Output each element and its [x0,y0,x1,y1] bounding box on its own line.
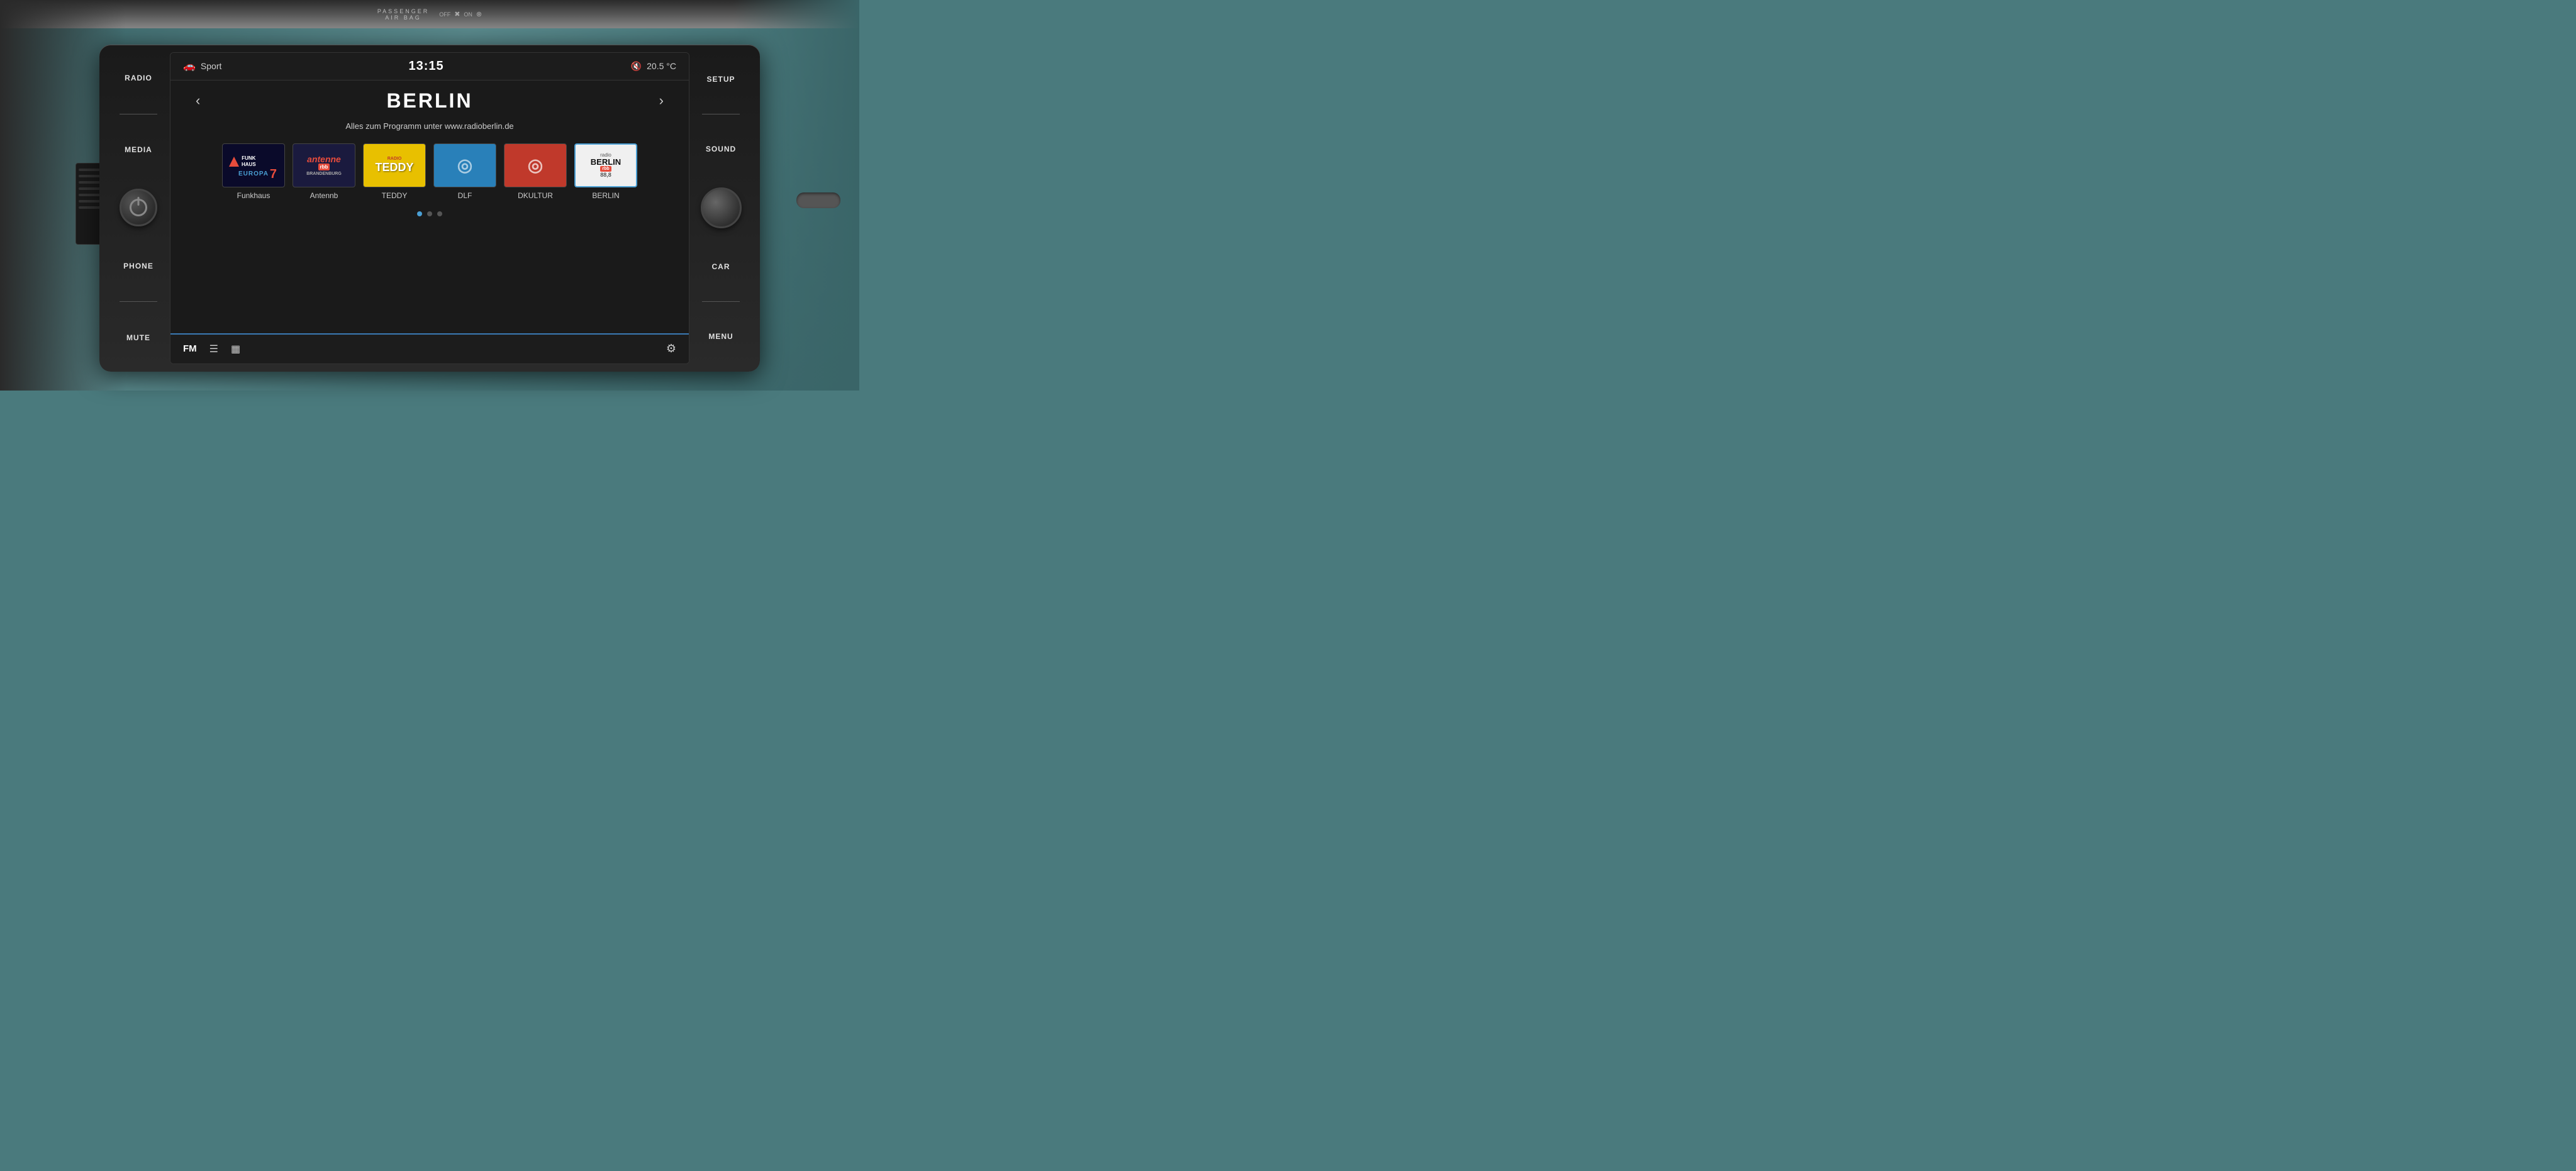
pagination-dot-3[interactable] [437,211,442,216]
top-bar: PASSENGER AIR BAG OFF ✖ ON ⊗ [0,0,859,28]
preset-label-teddy: TEDDY [382,191,408,200]
divider-2 [120,301,157,302]
right-button-panel: SETUP SOUND CAR MENU [689,52,752,364]
dashboard: PASSENGER AIR BAG OFF ✖ ON ⊗ RADIO [0,0,859,391]
teddy-name-text: TEDDY [375,161,413,174]
volume-icon: 🔇 [631,61,642,72]
station-header: ‹ BERLIN › [170,80,689,121]
header-right: 🔇 20.5 °C [631,61,676,72]
left-button-panel: RADIO MEDIA PHONE MUTE [107,52,170,364]
pagination-dots [170,206,689,221]
pagination-dot-1[interactable] [417,211,422,216]
preset-dlf[interactable]: ◎ DLF [433,143,496,200]
preset-label-antenne: Antennb [310,191,338,200]
divider-4 [702,301,740,302]
radio-button[interactable]: RADIO [107,70,170,86]
preset-logo-dlf: ◎ [433,143,496,187]
dkultur-waves-icon: ◎ [528,155,543,175]
drive-mode: Sport [201,61,221,71]
controls-row: RADIO MEDIA PHONE MUTE 🚗 Sport [107,52,752,364]
mute-button[interactable]: MUTE [107,330,170,346]
berlin-freq-label: 88,8 [600,172,611,178]
menu-button[interactable]: MENU [689,328,752,345]
screen-footer: FM ☰ ▦ ⚙ [170,333,689,364]
list-view-button[interactable]: ☰ [209,343,218,355]
clock-display: 13:15 [408,59,443,74]
preset-teddy[interactable]: RADIO TEDDY TEDDY [363,143,426,200]
teddy-logo-inner: RADIO TEDDY [366,147,423,184]
preset-berlin[interactable]: radio BERLIN rbb 88,8 BERLIN [574,143,637,200]
current-station-name: BERLIN [206,89,652,113]
dlf-waves-icon: ◎ [457,157,472,174]
header-left: 🚗 Sport [183,60,221,72]
infotainment-screen: 🚗 Sport 13:15 🔇 20.5 °C ‹ BERLIN [170,52,689,364]
preset-logo-antenne: antenne rbb BRANDENBURG [293,143,355,187]
car-button[interactable]: CAR [689,258,752,275]
preset-antenne[interactable]: antenne rbb BRANDENBURG Antennb [293,143,355,200]
airbag-indicators: OFF ✖ ON ⊗ [434,10,482,18]
preset-dkultur[interactable]: ◎ DKULTUR [504,143,567,200]
preset-logo-dkultur: ◎ [504,143,567,187]
antenne-sub-label: BRANDENBURG [306,172,342,176]
power-knob[interactable] [120,189,157,226]
berlin-name-text: BERLIN [591,158,621,166]
airbag-on-label: ON [464,11,472,18]
preset-label-funkhaus: Funkhaus [237,191,270,200]
dlf-logo-inner: ◎ [437,147,493,184]
berlin-rbb-badge: rbb [600,166,611,172]
berlin-rbb-label: rbb [600,166,611,172]
phone-button[interactable]: PHONE [107,258,170,274]
power-icon [130,199,147,216]
antenne-rbb-badge: rbb [318,164,330,170]
funkhaus-triangle-icon [229,157,239,167]
infotainment-unit: RADIO MEDIA PHONE MUTE 🚗 Sport [99,45,760,372]
airbag-icon-2: ⊗ [476,10,482,18]
preset-logo-funkhaus: FUNKHAUS EUROPA 7 [222,143,285,187]
dkultur-logo-inner: ◎ [507,147,564,184]
band-selector[interactable]: FM [183,343,197,354]
settings-button[interactable]: ⚙ [666,342,676,355]
car-drive-icon: 🚗 [183,60,196,72]
antenne-name-text: antenne [307,155,341,164]
preset-logo-teddy: RADIO TEDDY [363,143,426,187]
station-subtitle: Alles zum Programm unter www.radioberlin… [170,121,689,137]
preset-logo-berlin: radio BERLIN rbb 88,8 [574,143,637,187]
preset-funkhaus[interactable]: FUNKHAUS EUROPA 7 Funkhaus [222,143,285,200]
preset-label-dkultur: DKULTUR [518,191,553,200]
presets-container: FUNKHAUS EUROPA 7 Funkhaus [170,137,689,206]
screen-main: ‹ BERLIN › Alles zum Programm unter www.… [170,80,689,333]
funkhaus-number: 7 [270,167,277,182]
next-station-button[interactable]: › [653,90,670,111]
temperature-display: 20.5 °C [647,61,676,71]
airbag-off-label: OFF [439,11,450,18]
pagination-dot-2[interactable] [427,211,432,216]
setup-button[interactable]: SETUP [689,71,752,87]
preset-label-berlin: BERLIN [592,191,619,200]
teddy-radio-text: RADIO [388,157,402,161]
door-handle [796,192,840,208]
footer-left: FM ☰ ▦ [183,343,240,355]
airbag-icon-1: ✖ [454,10,460,18]
prev-station-button[interactable]: ‹ [189,90,206,111]
sound-button[interactable]: SOUND [689,141,752,157]
screen-header: 🚗 Sport 13:15 🔇 20.5 °C [170,53,689,80]
media-button[interactable]: MEDIA [107,142,170,158]
grid-view-button[interactable]: ▦ [231,343,240,355]
volume-knob[interactable] [701,187,742,228]
airbag-sublabel: AIR BAG [385,14,421,21]
funkhaus-europa-label: EUROPA [238,170,269,177]
funkhaus-text-block: FUNKHAUS [242,155,256,167]
berlin-logo-inner: radio BERLIN rbb 88,8 [576,145,636,186]
airbag-label: PASSENGER [377,8,429,14]
funkhaus-logo-inner: FUNKHAUS EUROPA 7 [226,148,281,183]
antenne-logo-inner: antenne rbb BRANDENBURG [296,147,352,184]
preset-label-dlf: DLF [458,191,472,200]
antenne-rbb-label: rbb [318,164,330,170]
